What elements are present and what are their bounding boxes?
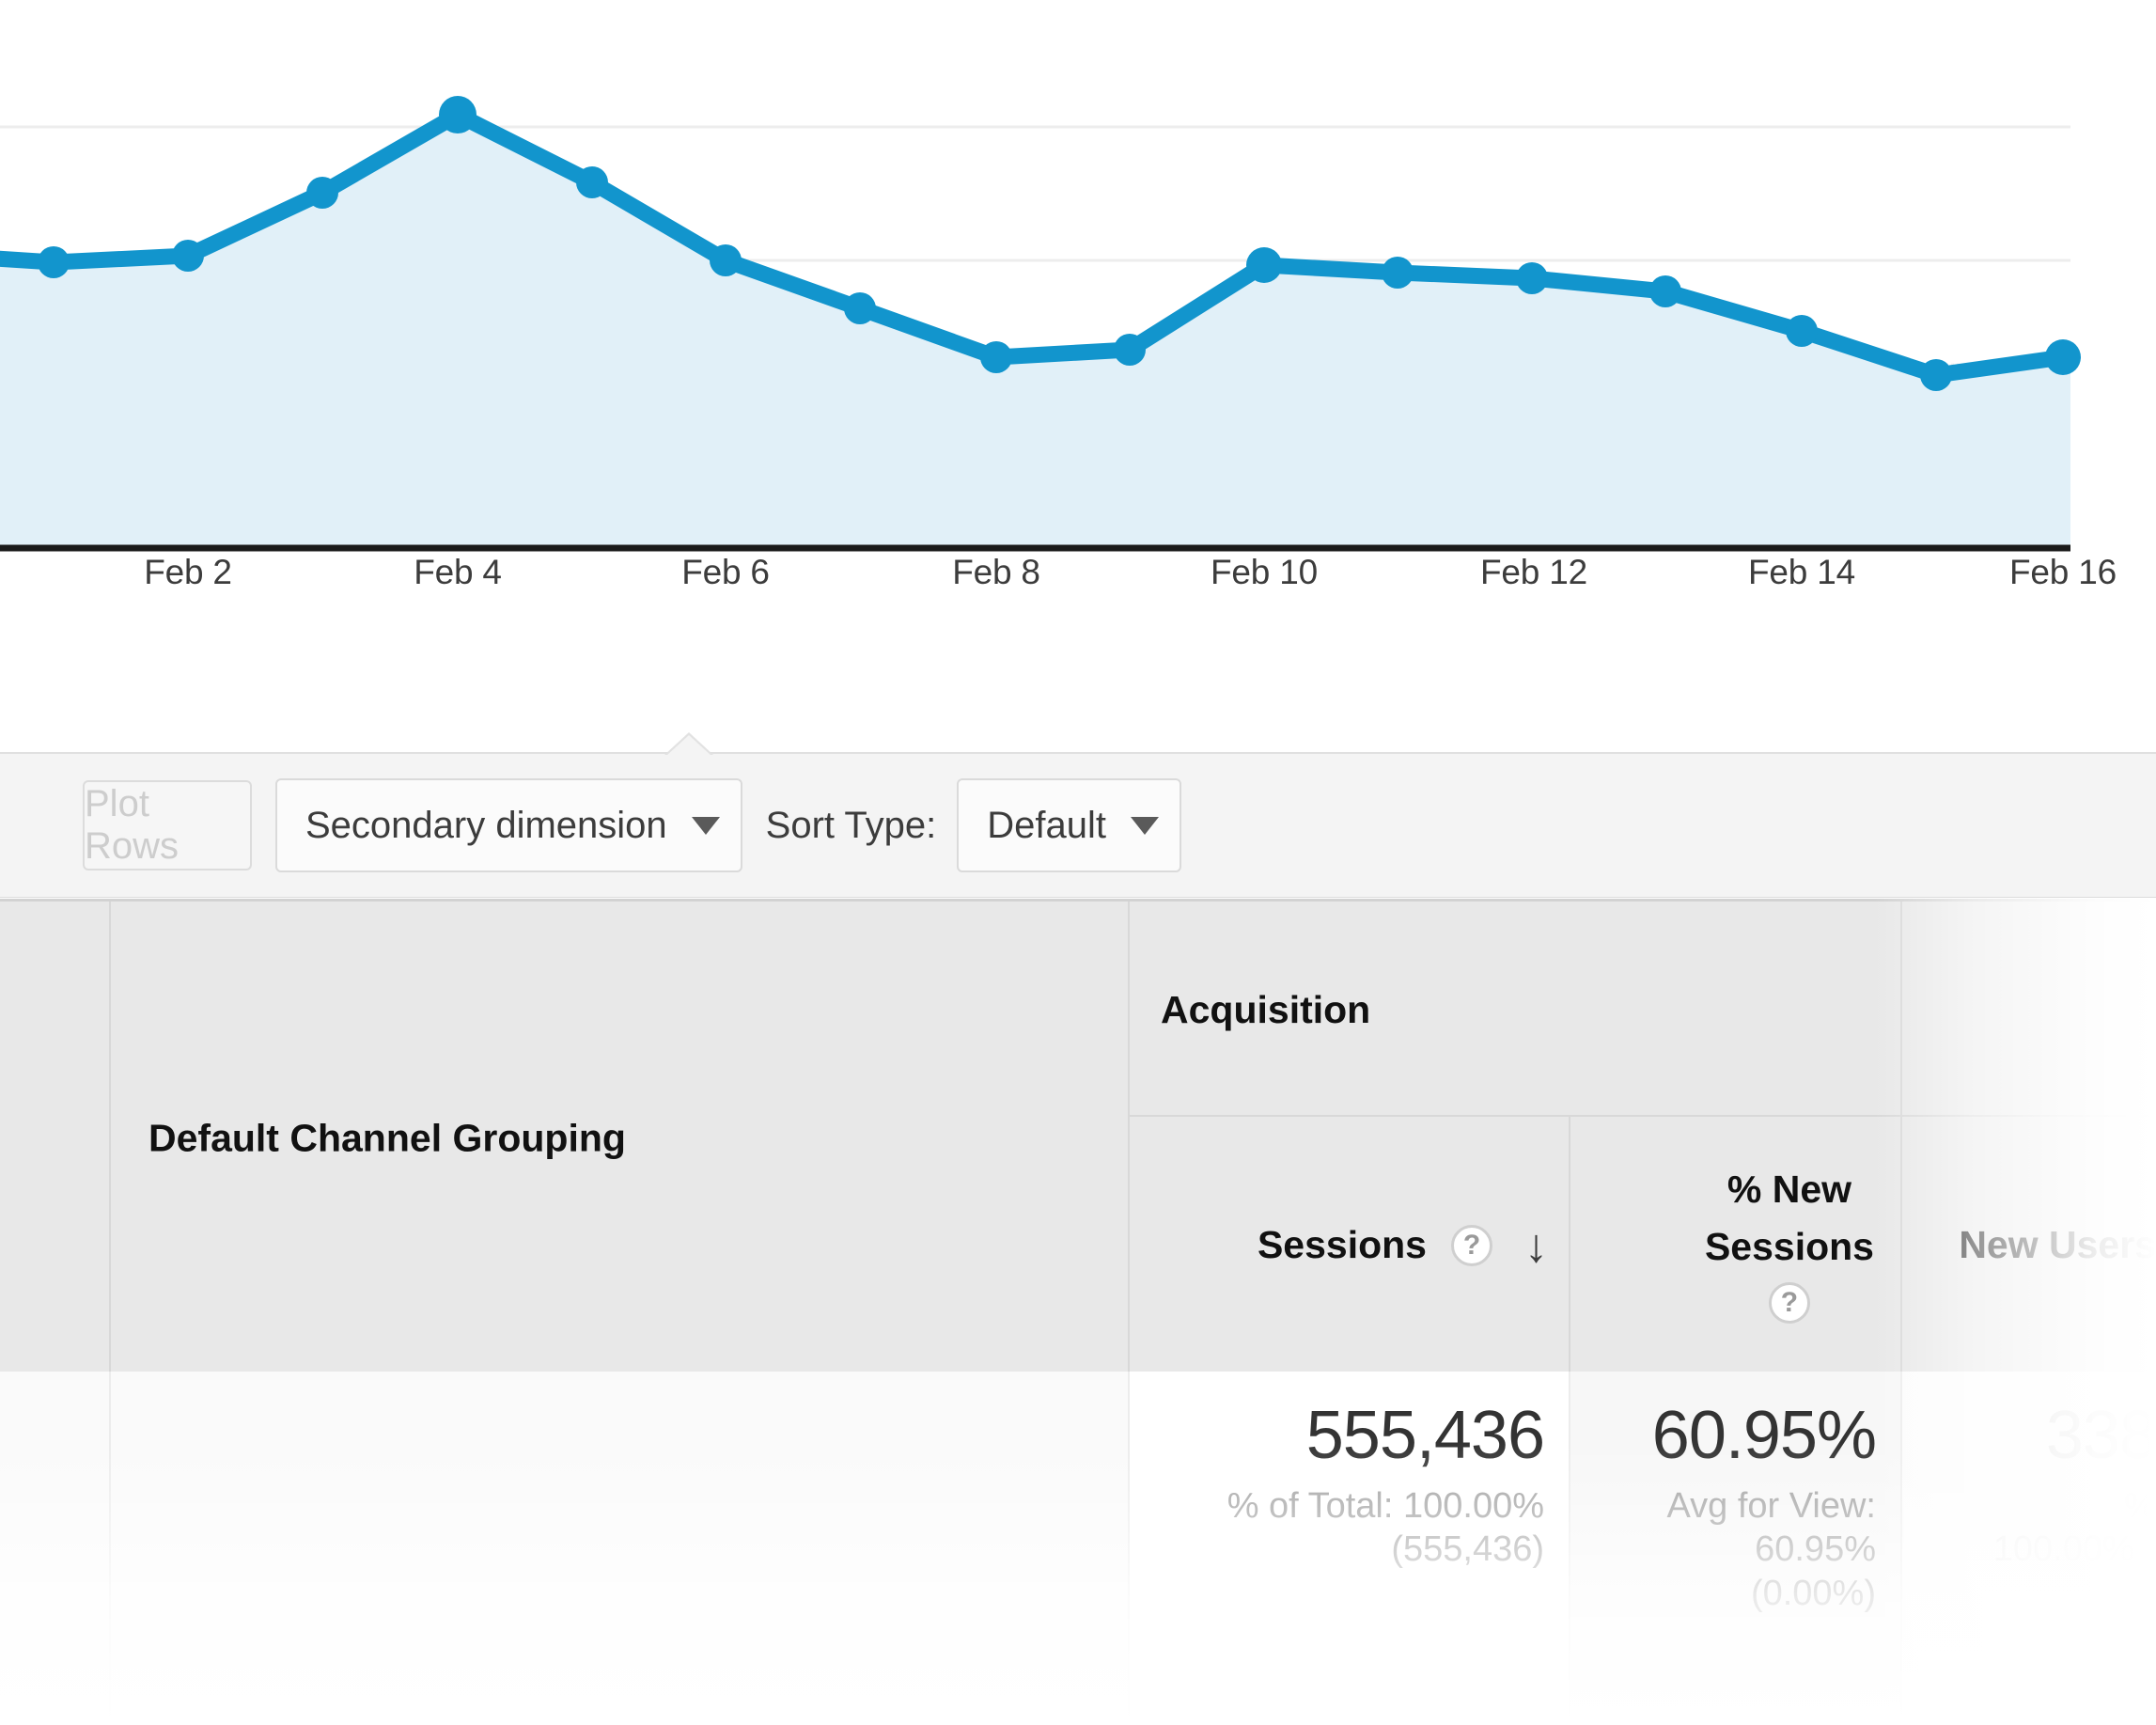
channel-grouping-table: Default Channel Grouping Acquisition Ses… (0, 899, 2156, 1725)
chart-point[interactable] (1114, 334, 1146, 366)
chart-area-fill (0, 115, 2070, 548)
cell-new-users-total: 338 % 100.00% ( (1902, 1372, 2156, 1725)
chart-point[interactable] (1920, 359, 1952, 391)
x-tick-label: Feb 14 (1748, 553, 1855, 592)
header-group-acquisition: Acquisition (1130, 902, 1902, 1115)
new-sessions-subtext-2: 60.95% (1755, 1528, 1876, 1571)
row-checkbox-cell[interactable] (0, 1372, 111, 1725)
cell-new-sessions-total: 60.95% Avg for View: 60.95% (0.00%) (1570, 1372, 1902, 1725)
chart-point[interactable] (1246, 247, 1282, 283)
chart-point[interactable] (844, 292, 876, 324)
sessions-over-time-chart: Feb 2 Feb 4 Feb 6 Feb 8 Feb 10 Feb 12 Fe… (0, 0, 2156, 738)
header-new-users-column[interactable]: New Users (1902, 1115, 2156, 1374)
chart-x-axis-labels: Feb 2 Feb 4 Feb 6 Feb 8 Feb 10 Feb 12 Fe… (0, 553, 2156, 609)
header-dimension-cell[interactable]: Default Channel Grouping (111, 902, 1130, 1374)
new-users-subtext-2: 100.00% ( (1993, 1528, 2156, 1571)
header-checkbox-cell (0, 902, 111, 1374)
help-icon[interactable]: ? (1451, 1225, 1492, 1266)
chart-point[interactable] (980, 341, 1012, 373)
secondary-dimension-label: Secondary dimension (305, 805, 667, 847)
chart-point[interactable] (1649, 275, 1681, 307)
dimension-column-header: Default Channel Grouping (148, 1116, 626, 1160)
help-icon[interactable]: ? (1769, 1282, 1810, 1324)
toolbar-notch-fill-icon (666, 735, 711, 756)
chart-point[interactable] (710, 244, 742, 276)
table-header: Default Channel Grouping Acquisition Ses… (0, 899, 2156, 1372)
header-group-spacer (1902, 902, 2156, 1115)
new-users-total-value: 338 (2046, 1402, 2156, 1469)
x-tick-label: Feb 12 (1480, 553, 1587, 592)
sessions-total-subtext-2: (555,436) (1391, 1528, 1544, 1571)
sessions-total-value: 555,436 (1306, 1402, 1544, 1469)
chevron-down-icon (1131, 817, 1159, 835)
table-summary-row: 555,436 % of Total: 100.00% (555,436) 60… (0, 1372, 2156, 1725)
new-sessions-total-value: 60.95% (1652, 1402, 1876, 1469)
new-sessions-column-label-line2: Sessions (1705, 1225, 1874, 1269)
x-tick-label: Feb 8 (952, 553, 1040, 592)
sessions-total-subtext-1: % of Total: 100.00% (1227, 1484, 1544, 1528)
analytics-report-screen: Feb 2 Feb 4 Feb 6 Feb 8 Feb 10 Feb 12 Fe… (0, 0, 2156, 1725)
new-users-column-label: New Users (1959, 1223, 2156, 1267)
chart-point[interactable] (2045, 339, 2081, 375)
x-tick-label: Feb 10 (1211, 553, 1318, 592)
chart-point[interactable] (172, 240, 204, 272)
new-sessions-subtext-1: Avg for View: (1667, 1484, 1877, 1528)
new-sessions-column-label-line1: % New (1727, 1168, 1851, 1212)
chart-point[interactable] (439, 96, 477, 133)
secondary-dimension-dropdown[interactable]: Secondary dimension (275, 778, 742, 872)
x-tick-label: Feb 6 (681, 553, 770, 592)
chart-point[interactable] (1516, 262, 1548, 294)
new-sessions-subtext-3: (0.00%) (1751, 1572, 1876, 1615)
chart-point[interactable] (38, 246, 70, 278)
x-tick-label: Feb 2 (144, 553, 232, 592)
chevron-down-icon (692, 817, 720, 835)
chart-point[interactable] (306, 177, 338, 209)
chart-point[interactable] (1382, 257, 1414, 289)
header-sessions-column[interactable]: Sessions ? ↓ (1130, 1115, 1570, 1374)
sort-type-label: Sort Type: (766, 805, 937, 847)
sort-type-dropdown[interactable]: Default (957, 778, 1181, 872)
table-toolbar: Plot Rows Secondary dimension Sort Type:… (0, 752, 2156, 898)
new-users-subtext-1: % (2124, 1484, 2156, 1528)
sessions-column-label: Sessions (1258, 1223, 1427, 1267)
plot-rows-button[interactable]: Plot Rows (83, 780, 252, 870)
acquisition-group-label: Acquisition (1161, 988, 1370, 1032)
chart-point[interactable] (576, 166, 608, 198)
x-tick-label: Feb 16 (2009, 553, 2117, 592)
row-dimension-cell (111, 1372, 1130, 1725)
sort-descending-arrow-icon[interactable]: ↓ (1524, 1222, 1548, 1269)
header-new-sessions-column[interactable]: % New Sessions ? (1570, 1115, 1902, 1374)
cell-sessions-total: 555,436 % of Total: 100.00% (555,436) (1130, 1372, 1570, 1725)
x-tick-label: Feb 4 (414, 553, 502, 592)
chart-canvas (0, 0, 2156, 620)
chart-point[interactable] (1786, 315, 1818, 347)
sort-type-value: Default (987, 805, 1106, 847)
